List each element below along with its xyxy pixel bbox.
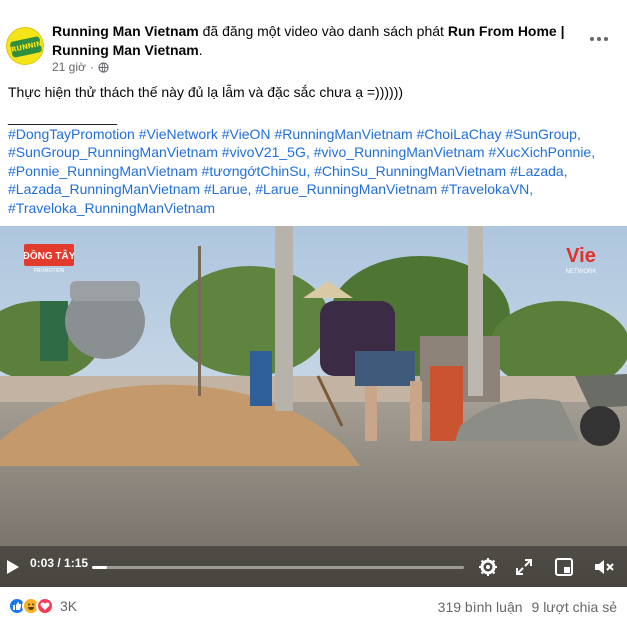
hashtag-link[interactable]: #vivo_RunningManVietnam [314,144,485,160]
video-frame [0,226,627,587]
hashtag-link[interactable]: #VieNetwork [139,126,218,142]
timestamp-link[interactable]: 21 giờ [52,60,86,74]
hashtag-link[interactable]: #VieON [222,126,271,142]
duration: 1:15 [64,556,89,570]
hashtag-link[interactable]: #XucXichPonnie [488,144,591,160]
hashtag-separator: , [576,126,581,142]
dong-tay-watermark: ĐỒNG TÂY PROMOTION [23,244,76,274]
watermark-right-line1: Vie [566,245,596,267]
muted-speaker-icon[interactable] [594,558,614,576]
video-progress-fill [92,566,107,569]
globe-icon [98,61,109,73]
love-icon [36,597,54,615]
hashtag-list: #DongTayPromotion #VieNetwork #VieON #Ru… [8,125,620,217]
running-man-logo: RUNNING MAN [9,36,43,64]
hashtag-separator: , [529,181,534,198]
hashtag-link[interactable]: #Ponnie_RunningManVietnam [8,163,198,179]
video-progress-bar[interactable] [92,566,464,569]
post-meta: 21 giờ · [52,60,109,74]
hashtag-link[interactable]: #Lazada [510,163,564,179]
page-avatar[interactable]: RUNNING MAN [6,27,44,65]
gear-icon[interactable] [478,557,498,577]
caption-divider: ______________ [8,109,118,125]
hashtag-link[interactable]: #ChoiLaChay [417,126,502,142]
watermark-left-line1: ĐỒNG TÂY [24,249,74,262]
post-caption: Thực hiện thử thách thế này đủ lạ lẫm và… [8,84,404,100]
hashtag-link[interactable]: #Larue [204,181,248,197]
post-header: RUNNING MAN Running Man Vietnam đã đăng … [0,0,627,82]
watermark-left-line2: PROMOTION [34,268,65,274]
hashtag-link[interactable]: #SunGroup_RunningManVietnam [8,144,218,160]
hashtag-separator: , [563,162,568,179]
more-options-button[interactable] [585,27,613,51]
hashtag-link[interactable]: #RunningManVietnam [274,126,412,142]
reaction-count: 3K [60,598,78,614]
hashtag-separator: , [306,162,315,179]
hashtag-link[interactable]: #Traveloka_RunningManVietnam [8,200,215,216]
video-player[interactable]: ĐỒNG TÂY PROMOTION Vie NETWORK [0,226,627,587]
meta-separator: · [89,60,94,74]
hashtag-link[interactable]: #ChinSu_RunningManVietnam [314,163,506,179]
current-time: 0:03 [30,556,55,570]
post-headline: Running Man Vietnam đã đăng một video và… [52,22,572,60]
play-icon[interactable] [6,559,20,575]
vie-network-watermark: Vie NETWORK [559,240,603,276]
playlist-suffix: . [198,42,203,58]
hashtag-separator: , [591,144,596,161]
video-time: 0:03 / 1:15 [30,556,88,570]
post-body: Thực hiện thử thách thế này đủ lạ lẫm và… [8,83,620,126]
hashtag-link[interactable]: #SunGroup [505,126,577,142]
hashtag-link[interactable]: #Larue_RunningManVietnam [255,181,437,197]
more-horizontal-icon [590,37,594,41]
reaction-summary[interactable]: 3K [8,597,77,615]
fullscreen-icon[interactable] [516,559,532,575]
hashtag-link[interactable]: #TravelokaVN [441,181,529,197]
shares-count-link[interactable]: 9 lượt chia sẻ [532,599,617,615]
engagement-stats: 319 bình luận 9 lượt chia sẻ [438,599,617,615]
hashtag-separator: , [305,144,314,161]
watermark-right-line2: NETWORK [566,269,597,275]
time-separator: / [54,556,65,570]
action-text: đã đăng một video vào danh sách phát [198,23,448,39]
page-name-link[interactable]: Running Man Vietnam [52,23,199,39]
comments-count-link[interactable]: 319 bình luận [438,599,523,615]
hashtag-link[interactable]: #DongTayPromotion [8,126,135,142]
picture-in-picture-icon[interactable] [555,558,573,576]
hashtag-link[interactable]: #tươngớtChinSu [202,163,307,179]
hashtag-link[interactable]: #vivoV21_5G [222,144,306,160]
hashtag-link[interactable]: #Lazada_RunningManVietnam [8,181,200,197]
